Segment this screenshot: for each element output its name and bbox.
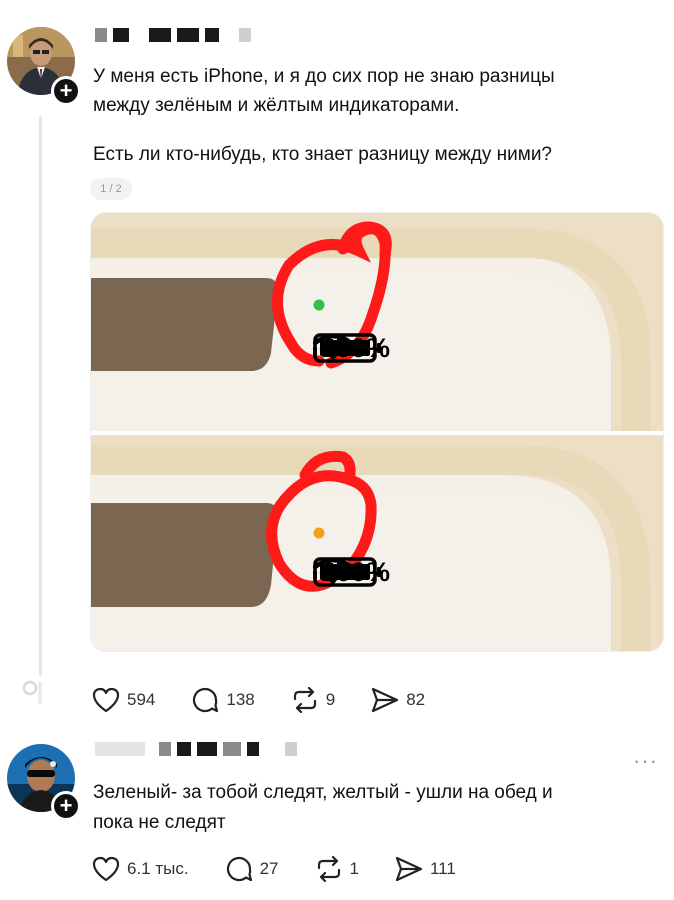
heart-icon [92,687,120,713]
panel-divider [91,431,663,435]
like-button[interactable]: 594 [92,687,155,713]
battery-icon [313,333,381,363]
repost-icon [317,856,340,882]
comment-icon [193,687,219,713]
green-indicator-dot [313,299,325,311]
share-count: 82 [406,690,426,709]
follow-button-replier[interactable]: + [51,791,81,821]
reply-text-line-2: пока не следят [93,812,226,833]
thread-tail-icon [22,680,42,704]
screenshot-panel-top: 100% [91,213,663,431]
reply-button[interactable]: 138 [191,686,255,714]
author-username[interactable] [95,28,251,42]
plus-icon: + [59,78,73,103]
comment-icon [226,856,252,882]
heart-icon [92,856,120,882]
replier-username[interactable] [95,742,297,756]
reply-reply-button[interactable]: 27 [225,855,279,883]
send-icon [372,687,399,713]
follow-button[interactable]: + [51,76,81,106]
orange-indicator-dot [313,527,325,539]
reply-repost-count: 1 [349,859,359,878]
reply-count: 138 [226,690,255,709]
post-text-line-2: между зелёным и жёлтым индикаторами. [93,95,460,116]
post-text-line-3: Есть ли кто-нибудь, кто знает разницу ме… [93,144,552,165]
post-text-line-1: У меня есть iPhone, и я до сих пор не зн… [93,66,555,87]
reply-text-line-1: Зеленый- за тобой следят, желтый - ушли … [93,782,553,803]
reply-like-button[interactable]: 6.1 тыс. [92,856,189,882]
screenshot-panel-bottom: 100% [91,435,663,651]
plus-icon: + [59,793,73,818]
repost-count: 9 [325,690,336,709]
reply-reply-count: 27 [259,859,279,878]
thread-line [39,116,42,676]
reply-repost-button[interactable]: 1 [315,856,359,882]
repost-button[interactable]: 9 [291,687,335,713]
battery-icon [313,557,381,587]
reply-share-count: 111 [429,859,456,878]
status-bar-bottom: 100% [313,557,390,588]
post-image[interactable]: 100% [90,212,664,652]
post-actions: 594 138 9 82 [92,686,461,714]
repost-icon [293,687,316,713]
more-options-icon[interactable]: ··· [633,748,658,774]
reply-like-count: 6.1 тыс. [127,859,189,878]
reply-share-button[interactable]: 111 [395,856,456,882]
reply-actions: 6.1 тыс. 27 1 111 [92,855,492,883]
like-count: 594 [127,690,156,709]
image-page-indicator: 1 / 2 [90,178,132,200]
share-button[interactable]: 82 [371,687,425,713]
status-bar-top: 100% [313,333,390,364]
send-icon [395,856,423,882]
